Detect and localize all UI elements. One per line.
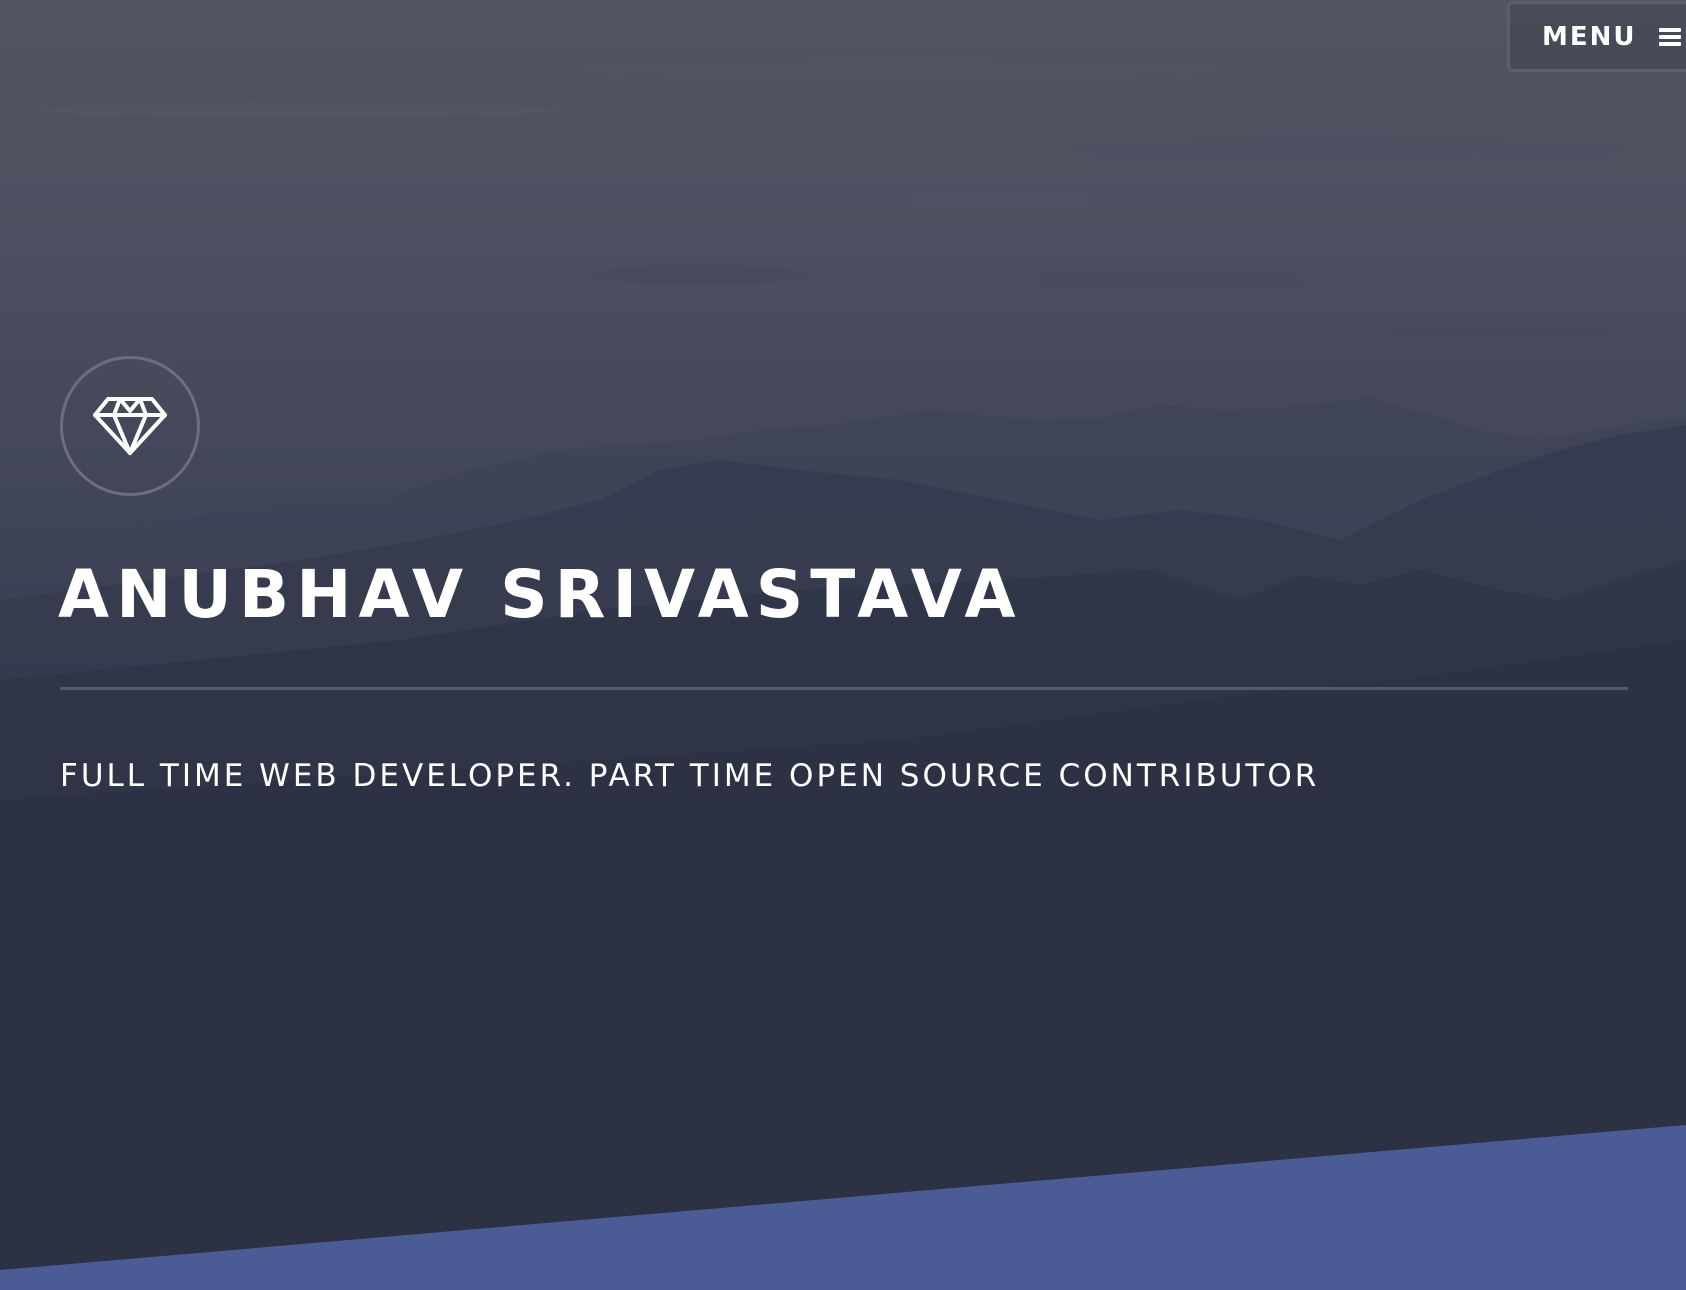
logo: [60, 356, 200, 496]
menu-label: MENU: [1542, 21, 1637, 52]
divider: [60, 687, 1628, 690]
tagline: FULL TIME WEB DEVELOPER. PART TIME OPEN …: [60, 758, 1320, 794]
site-title: ANUBHAV SRIVASTAVA: [58, 556, 1023, 633]
hero-banner: MENU ANUBHAV SRIVASTAVA FULL TIME WEB DE…: [0, 0, 1686, 1290]
diamond-icon: [93, 397, 167, 455]
hamburger-icon: [1658, 27, 1681, 46]
mountain-silhouette: [0, 398, 1686, 1290]
menu-button[interactable]: MENU: [1507, 1, 1686, 72]
